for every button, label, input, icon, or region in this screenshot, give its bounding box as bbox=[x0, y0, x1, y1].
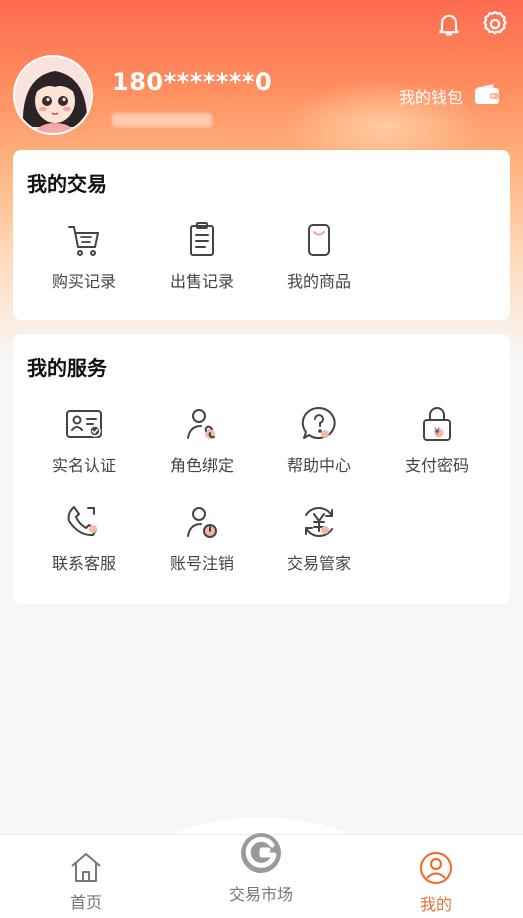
nav-mine[interactable]: 我的 bbox=[381, 851, 491, 915]
my-trade-card: 我的交易 购买记录 出售记录 我的商品 bbox=[13, 150, 510, 320]
bottom-navigation: 首页 交易市场 我的 bbox=[0, 831, 523, 918]
help-center-item[interactable]: 帮助中心 bbox=[264, 404, 374, 476]
user-link-icon bbox=[187, 409, 215, 439]
payment-password-label: 支付密码 bbox=[404, 456, 469, 475]
trade-butler-label: 交易管家 bbox=[286, 554, 351, 573]
my-service-title: 我的服务 bbox=[27, 356, 107, 380]
sales-records-item[interactable]: 出售记录 bbox=[147, 220, 257, 292]
user-phone: 180*******0 bbox=[112, 68, 273, 96]
help-icon bbox=[301, 406, 336, 439]
role-binding-item[interactable]: 角色绑定 bbox=[147, 404, 257, 476]
cart-icon bbox=[68, 226, 99, 256]
id-card-icon bbox=[66, 410, 102, 438]
clipboard-icon bbox=[190, 222, 214, 256]
contact-support-label: 联系客服 bbox=[51, 554, 116, 573]
contact-support-item[interactable]: 联系客服 bbox=[29, 502, 139, 574]
top-actions bbox=[433, 8, 511, 40]
real-name-auth-label: 实名认证 bbox=[51, 456, 116, 475]
user-power-icon bbox=[187, 507, 217, 538]
purchase-records-label: 购买记录 bbox=[51, 272, 116, 291]
account-deletion-item[interactable]: 账号注销 bbox=[147, 502, 257, 574]
sales-records-label: 出售记录 bbox=[169, 272, 234, 291]
my-service-card: 我的服务 实名认证 角色绑定 帮助中心 ¥ 支付密码 联系客服 账号注销 交易管… bbox=[13, 334, 510, 604]
trade-butler-item[interactable]: 交易管家 bbox=[264, 502, 374, 574]
nav-market-label: 交易市场 bbox=[228, 885, 293, 904]
user-id-blurred bbox=[112, 113, 212, 127]
user-circle-icon bbox=[419, 851, 453, 885]
wallet-label: 我的钱包 bbox=[398, 88, 463, 107]
bag-icon bbox=[308, 224, 330, 256]
nav-home[interactable]: 首页 bbox=[31, 851, 141, 913]
account-deletion-label: 账号注销 bbox=[169, 554, 234, 573]
my-goods-item[interactable]: 我的商品 bbox=[264, 220, 374, 292]
nav-market[interactable]: 交易市场 bbox=[206, 831, 316, 905]
nav-home-label: 首页 bbox=[69, 893, 102, 912]
bell-icon[interactable] bbox=[433, 8, 465, 40]
my-goods-label: 我的商品 bbox=[286, 272, 351, 291]
svg-text:¥: ¥ bbox=[434, 427, 440, 437]
my-trade-title: 我的交易 bbox=[27, 172, 107, 196]
phone-icon bbox=[67, 506, 97, 537]
home-icon bbox=[71, 853, 101, 882]
avatar[interactable] bbox=[13, 55, 93, 135]
help-center-label: 帮助中心 bbox=[286, 456, 351, 475]
nav-mine-label: 我的 bbox=[419, 895, 452, 914]
payment-password-item[interactable]: ¥ 支付密码 bbox=[382, 404, 492, 476]
wallet-icon bbox=[473, 82, 501, 110]
logo-g-icon bbox=[241, 833, 281, 873]
purchase-records-item[interactable]: 购买记录 bbox=[29, 220, 139, 292]
role-binding-label: 角色绑定 bbox=[169, 456, 234, 475]
gear-icon[interactable] bbox=[479, 8, 511, 40]
real-name-auth-item[interactable]: 实名认证 bbox=[29, 404, 139, 476]
lock-icon: ¥ bbox=[423, 407, 451, 441]
wallet-link[interactable]: 我的钱包 bbox=[399, 82, 501, 110]
yuan-cycle-icon bbox=[305, 506, 333, 538]
